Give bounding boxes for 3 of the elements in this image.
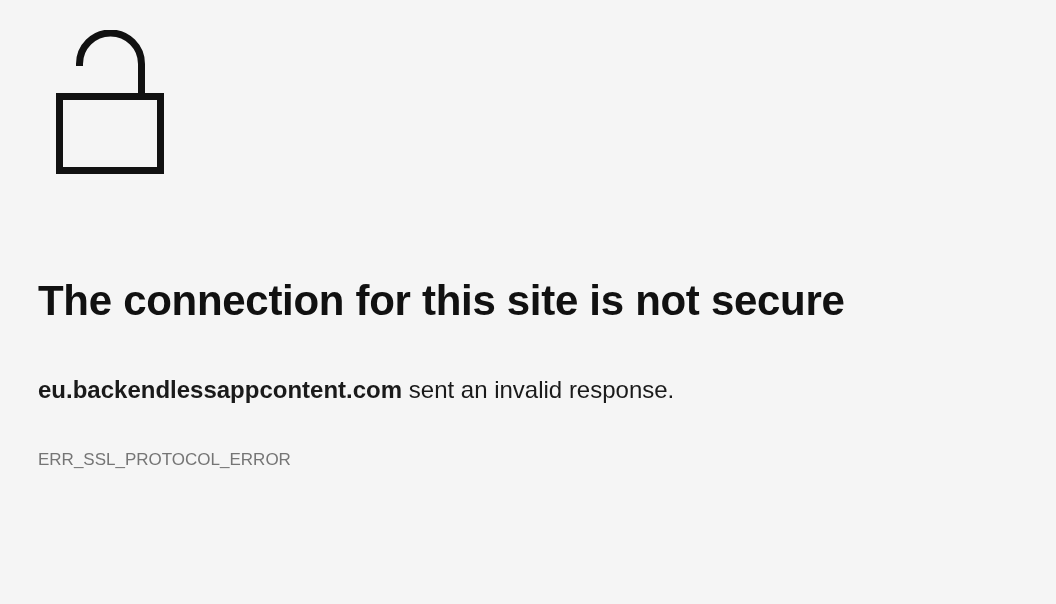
error-code: ERR_SSL_PROTOCOL_ERROR	[38, 449, 291, 470]
error-message: eu.backendlessappcontent.com sent an invalid response.	[38, 375, 675, 406]
error-heading: The connection for this site is not secure	[38, 276, 845, 326]
